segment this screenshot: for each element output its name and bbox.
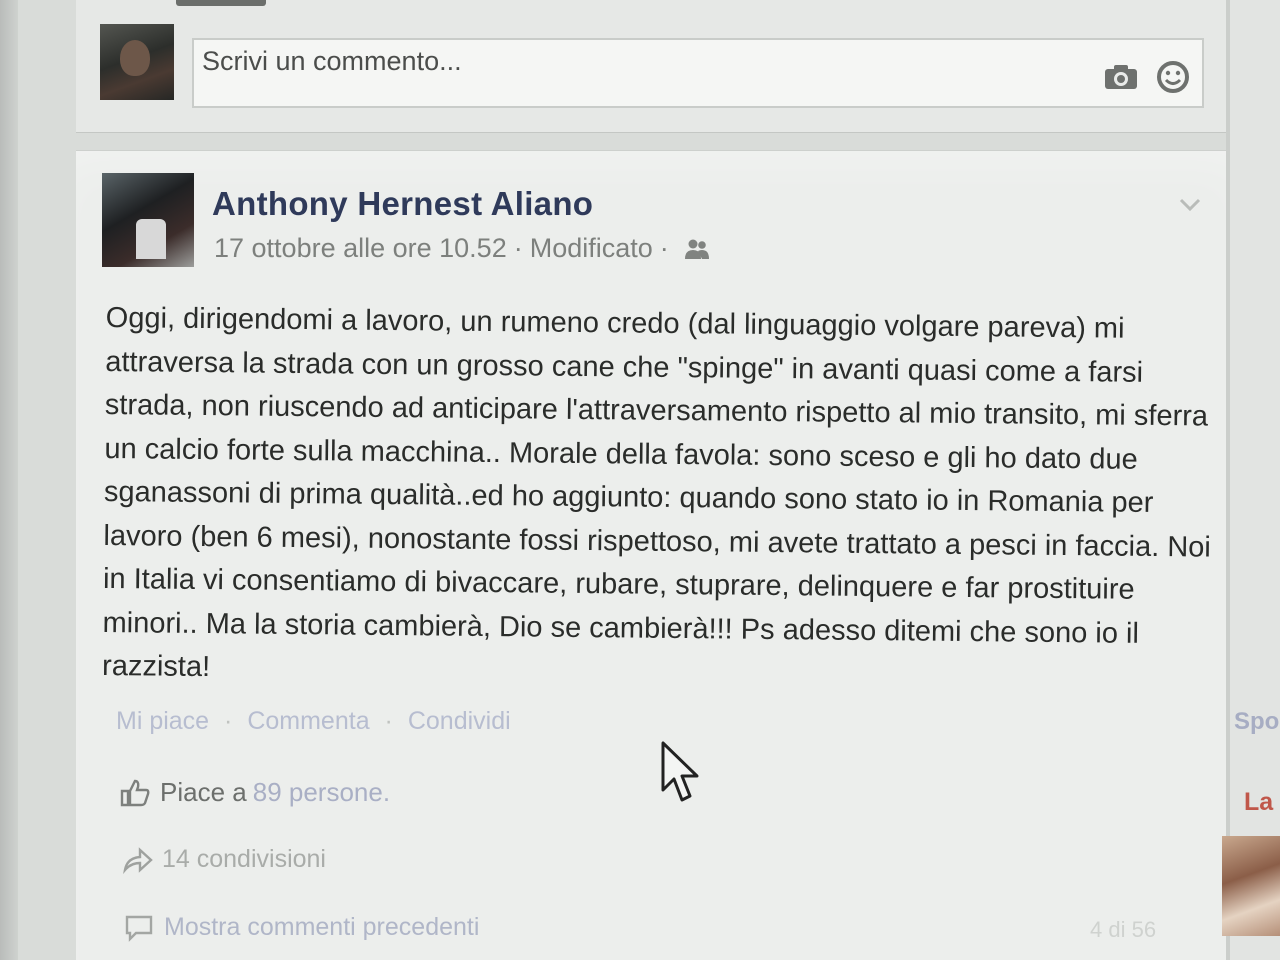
edited-label[interactable]: Modificato — [530, 233, 653, 264]
action-separator: · — [224, 707, 233, 735]
sponsored-heading: Spo — [1234, 708, 1280, 735]
friends-icon[interactable] — [684, 238, 710, 260]
avatar-face — [120, 40, 150, 76]
meta-separator-2: · — [659, 233, 669, 263]
likes-count-link[interactable]: 89 persone. — [253, 777, 390, 808]
comment-bubble-icon — [125, 915, 153, 942]
smiley-icon[interactable] — [1156, 60, 1190, 94]
chevron-down-icon[interactable] — [1178, 197, 1202, 213]
current-user-avatar[interactable] — [100, 24, 174, 100]
post-body-text: Oggi, dirigendomi a lavoro, un rumeno cr… — [101, 301, 1211, 684]
meta-separator: · — [513, 233, 523, 263]
share-action[interactable]: Condividi — [408, 707, 511, 735]
shares-summary[interactable]: 14 condivisioni — [122, 845, 326, 874]
previous-post-footer — [176, 0, 266, 6]
ad-title[interactable]: La — [1244, 788, 1273, 817]
post-actions: Mi piace · Commenta · Condividi — [116, 707, 511, 736]
mouse-cursor-icon — [661, 741, 699, 802]
shares-count[interactable]: 14 condivisioni — [162, 845, 326, 874]
comment-input[interactable]: Scrivi un commento... — [192, 38, 1204, 108]
author-name[interactable]: Anthony Hernest Aliano — [212, 185, 593, 223]
likes-summary: Piace a 89 persone. — [120, 777, 390, 808]
comments-count: 4 di 56 — [1090, 917, 1157, 942]
action-separator-2: · — [384, 707, 393, 735]
comment-placeholder: Scrivi un commento... — [202, 46, 462, 76]
show-previous-comments-label[interactable]: Mostra commenti precedenti — [164, 913, 479, 942]
share-arrow-icon — [123, 846, 153, 874]
post-card: Anthony Hernest Aliano 17 ottobre alle o… — [76, 150, 1230, 960]
ad-image[interactable] — [1222, 836, 1280, 936]
like-action[interactable]: Mi piace — [116, 707, 209, 735]
author-avatar[interactable] — [102, 173, 194, 267]
show-previous-comments[interactable]: Mostra commenti precedenti — [124, 913, 479, 942]
post-timestamp[interactable]: 17 ottobre alle ore 10.52 — [214, 233, 507, 264]
avatar-figure — [136, 219, 166, 259]
likes-prefix: Piace a — [160, 777, 247, 807]
thumbs-up-icon — [120, 779, 150, 806]
comment-action[interactable]: Commenta — [247, 707, 369, 735]
page-left-edge — [0, 0, 18, 960]
camera-icon[interactable] — [1104, 64, 1138, 90]
post-meta: 17 ottobre alle ore 10.52 · Modificato · — [214, 233, 710, 264]
